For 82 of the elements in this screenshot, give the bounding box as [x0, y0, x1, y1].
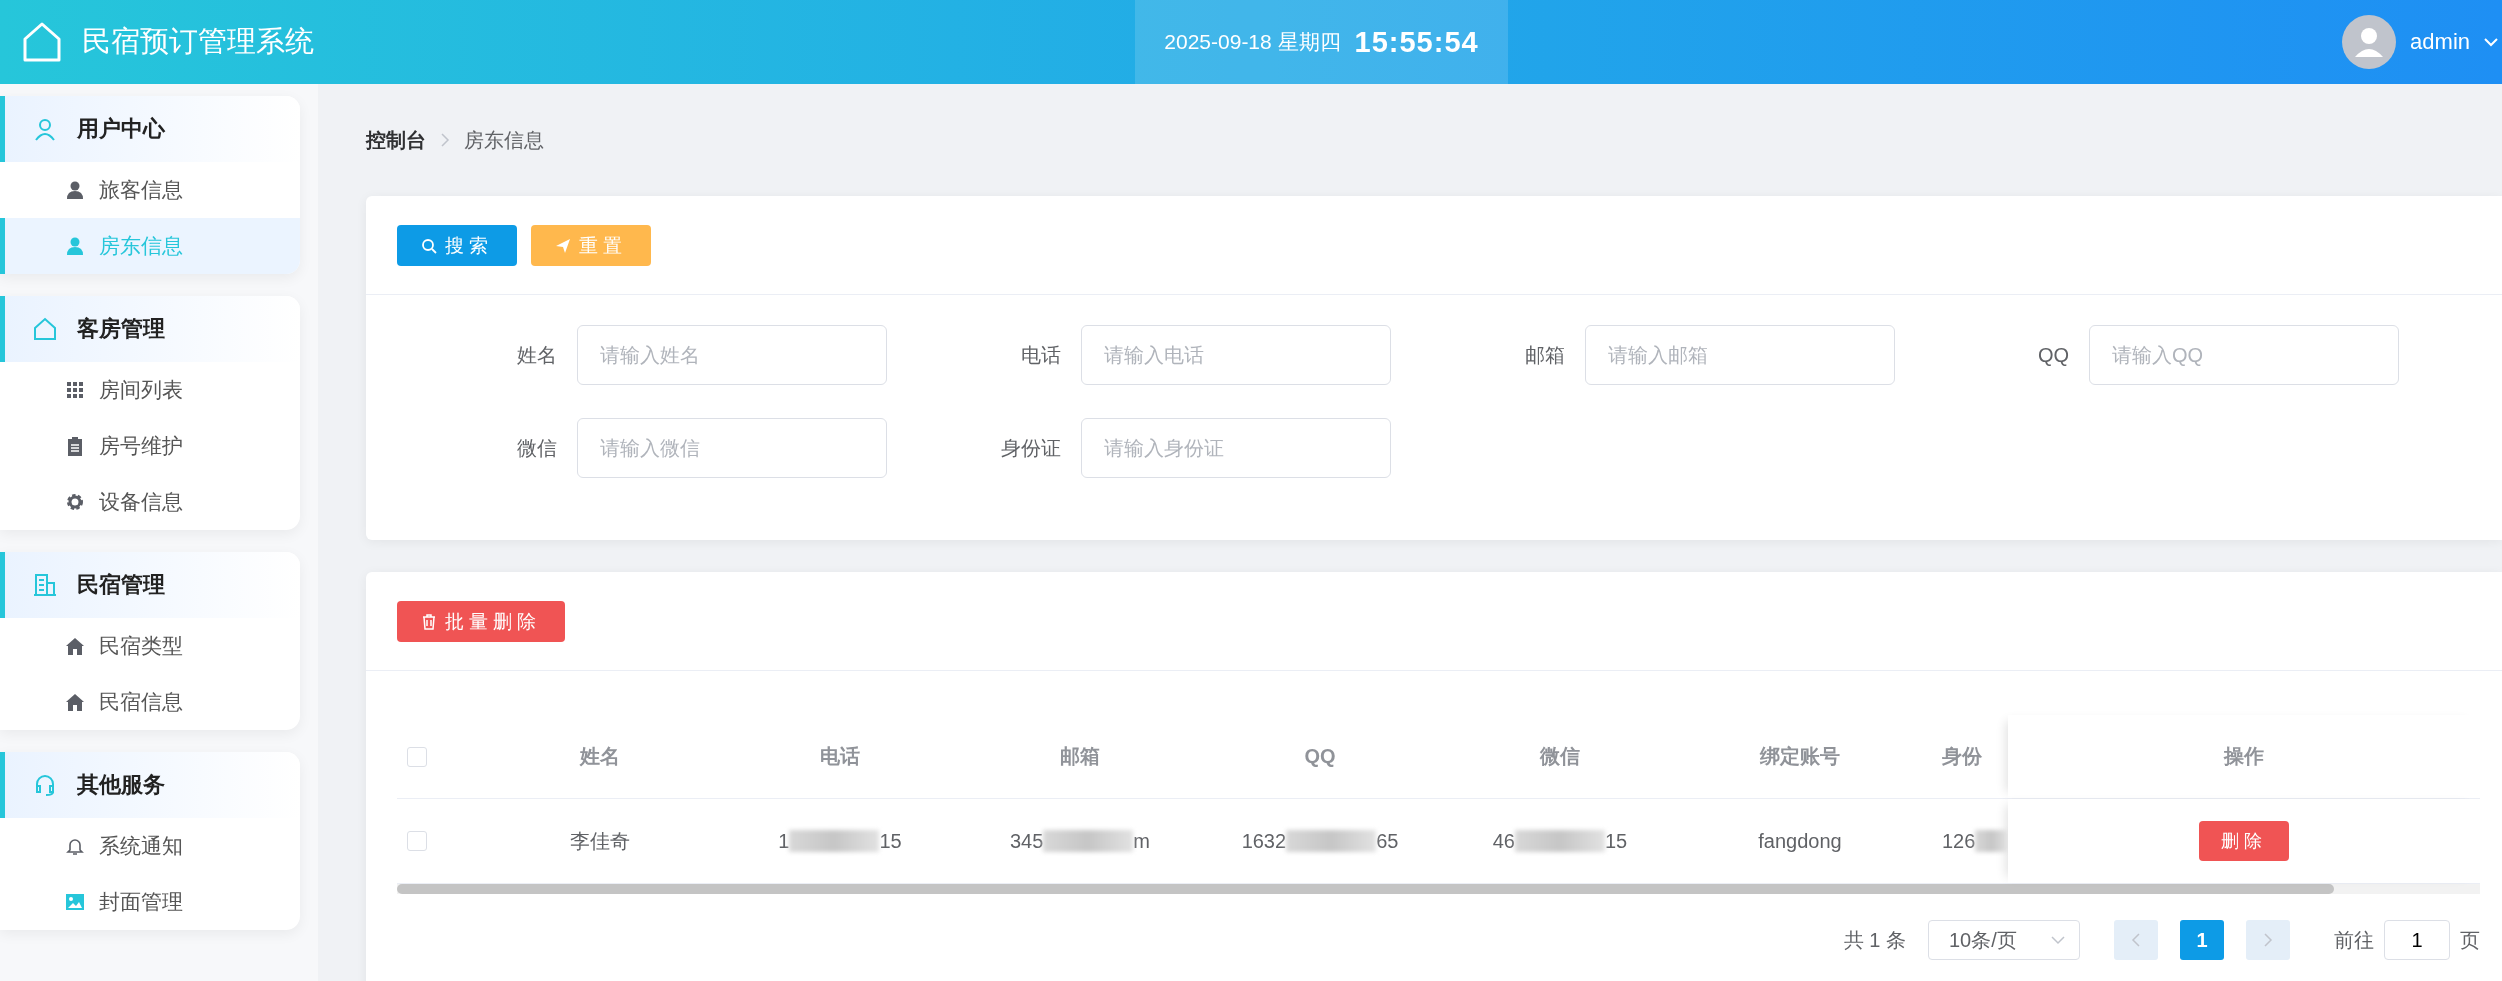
column-header: 操作 — [2224, 744, 2264, 769]
time-text: 15:55:54 — [1354, 25, 1479, 59]
menu-item[interactable]: 房间列表 — [0, 362, 300, 418]
field-label: 微信 — [517, 435, 557, 461]
field-label: QQ — [2037, 343, 2069, 367]
trash-icon — [421, 613, 437, 630]
person-icon — [65, 180, 85, 200]
column-header: 姓名 — [580, 744, 620, 769]
breadcrumb-current: 房东信息 — [464, 127, 544, 153]
menu-item[interactable]: 封面管理 — [0, 874, 300, 930]
table-cell-text: 李佳奇 — [570, 828, 630, 854]
gear-icon — [65, 492, 85, 512]
column-header: 微信 — [1540, 744, 1580, 769]
column-header: 绑定账号 — [1760, 744, 1840, 769]
search-icon — [421, 237, 437, 254]
menu-group[interactable]: 客房管理 — [0, 296, 300, 362]
field-label: 身份证 — [1001, 435, 1061, 461]
menu-item[interactable]: 旅客信息 — [0, 162, 300, 218]
table-cell: 15 — [879, 829, 902, 853]
scrollbar[interactable] — [397, 884, 2480, 894]
checkbox[interactable] — [407, 831, 427, 851]
table-cell: 1 — [778, 829, 790, 853]
table-cell: fangdong — [1758, 829, 1842, 853]
caret-icon[interactable] — [2484, 37, 2498, 47]
input-field[interactable]: 请输入邮箱 — [1585, 325, 1895, 385]
checkbox[interactable] — [407, 746, 427, 767]
field-label: 邮箱 — [1525, 342, 1565, 368]
chevron-right-icon — [2263, 933, 2273, 947]
house-icon — [33, 317, 57, 341]
page-size-select[interactable]: 10条/页 — [1928, 920, 2080, 960]
column-header: 电话 — [820, 744, 860, 769]
column-header: 邮箱 — [1060, 744, 1100, 769]
next-page-button[interactable] — [2246, 920, 2290, 960]
grid-icon — [65, 380, 85, 400]
headset-icon — [33, 773, 57, 797]
input-field[interactable]: 请输入微信 — [577, 418, 887, 478]
menu-item[interactable]: 民宿信息 — [0, 674, 300, 730]
menu-group[interactable]: 民宿管理 — [0, 552, 300, 618]
chevron-left-icon — [2131, 933, 2141, 947]
table-cell: 15 — [1605, 829, 1628, 853]
input-field[interactable]: 请输入电话 — [1081, 325, 1391, 385]
chevron-icon — [2051, 935, 2065, 945]
table-cell: 1632 — [1241, 829, 1287, 853]
menu-group[interactable]: 用户中心 — [0, 96, 300, 162]
field-label: 电话 — [1021, 342, 1061, 368]
menu-item[interactable]: 民宿类型 — [0, 618, 300, 674]
page-suffix: 页 — [2460, 927, 2480, 953]
menu-item[interactable]: 系统通知 — [0, 818, 300, 874]
column-header: QQ — [1304, 745, 1336, 768]
breadcrumb-link[interactable]: 控制台 — [366, 126, 426, 154]
input-field[interactable]: 请输入QQ — [2089, 325, 2399, 385]
table-cell: 345 — [1009, 829, 1044, 853]
menu-item[interactable]: 房号维护 — [0, 418, 300, 474]
table-cell: 126 — [1942, 829, 1976, 853]
building-icon — [33, 573, 57, 597]
chevron-icon — [440, 133, 450, 147]
date-text: 2025-09-18 星期四 — [1164, 29, 1341, 55]
user-icon — [33, 117, 57, 141]
send-icon — [555, 237, 571, 254]
image-icon — [65, 892, 85, 912]
bell-icon — [65, 836, 85, 856]
redaction-blur — [1975, 830, 2008, 852]
table-cell: m — [1133, 829, 1150, 853]
avatar-icon[interactable] — [2342, 15, 2397, 69]
column-header: 身份 — [1942, 744, 1982, 769]
table-cell: 65 — [1376, 829, 1399, 853]
field-label: 姓名 — [517, 342, 557, 368]
app-title: 民宿预订管理系统 — [82, 24, 314, 59]
menu-item[interactable]: 设备信息 — [0, 474, 300, 530]
table-cell: 46 — [1492, 829, 1515, 853]
house-icon — [22, 21, 62, 63]
prev-page-button[interactable] — [2114, 920, 2158, 960]
home-icon — [65, 692, 85, 712]
total-count: 共 1 条 — [1843, 927, 1906, 953]
menu-group[interactable]: 其他服务 — [0, 752, 300, 818]
home-icon — [65, 636, 85, 656]
person-icon — [65, 236, 85, 256]
input-field[interactable]: 请输入姓名 — [577, 325, 887, 385]
clipboard-icon — [65, 436, 85, 456]
input-field[interactable]: 请输入身份证 — [1081, 418, 1391, 478]
page-input[interactable]: 1 — [2384, 920, 2450, 960]
goto-label: 前往 — [2334, 927, 2374, 953]
